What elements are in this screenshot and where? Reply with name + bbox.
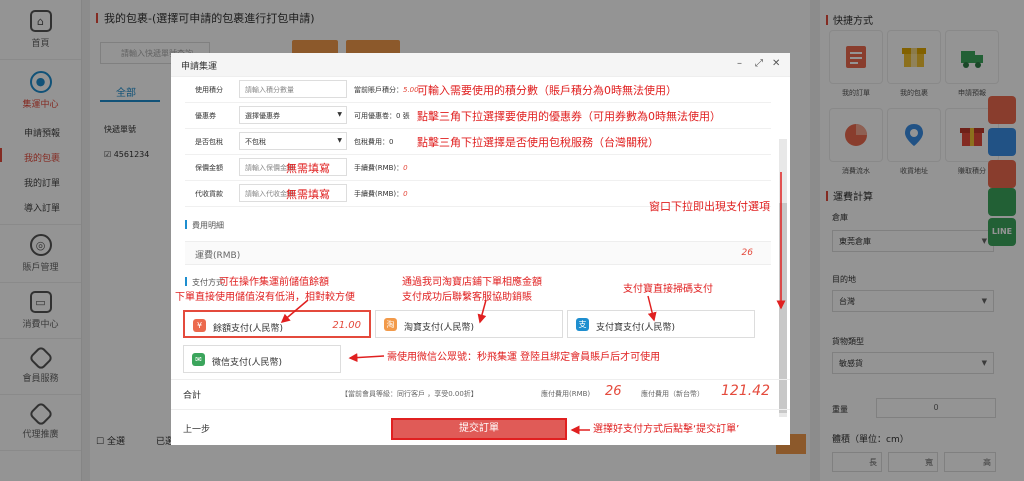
arrow-balance bbox=[280, 299, 309, 323]
arrow-taobao bbox=[477, 299, 487, 324]
app-root: ⌂ 首頁 ● 集運中心 申請預報 我的包裹 我的訂單 導入訂單 ◎ 賬戶管理 ▭… bbox=[0, 0, 1024, 481]
arrow-alipay bbox=[647, 295, 657, 322]
arrow-wechat bbox=[348, 353, 385, 363]
annotation-arrows bbox=[280, 172, 786, 435]
